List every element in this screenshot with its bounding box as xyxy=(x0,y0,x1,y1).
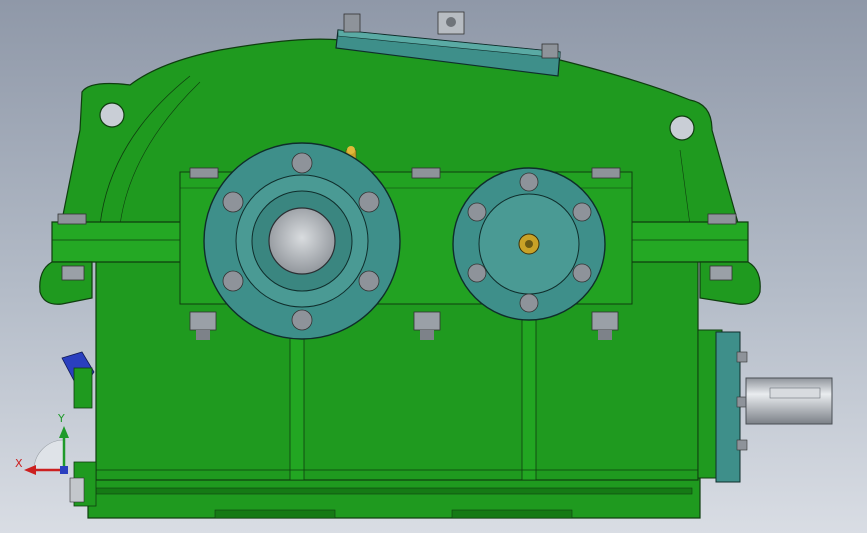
output-shaft[interactable] xyxy=(745,377,833,425)
axis-x-label: X xyxy=(15,457,23,470)
coordinate-triad xyxy=(24,426,69,475)
axis-y-label: Y xyxy=(58,412,65,425)
output-shaft-assembly[interactable] xyxy=(697,329,833,483)
oil-level-gauge[interactable] xyxy=(61,351,95,409)
cover-bolt-icon xyxy=(343,13,361,33)
shaft-bore-icon xyxy=(268,207,336,275)
gearbox-model[interactable] xyxy=(0,0,867,533)
output-bearing-cover[interactable] xyxy=(452,167,606,321)
cover-bolt-icon xyxy=(541,43,559,59)
cad-viewport[interactable]: X Y xyxy=(0,0,867,533)
gearbox-base xyxy=(87,477,701,519)
input-bearing-cover[interactable] xyxy=(203,142,401,340)
keyway-icon xyxy=(769,387,821,399)
z-axis-icon xyxy=(60,466,68,474)
drain-plug[interactable] xyxy=(69,461,97,507)
